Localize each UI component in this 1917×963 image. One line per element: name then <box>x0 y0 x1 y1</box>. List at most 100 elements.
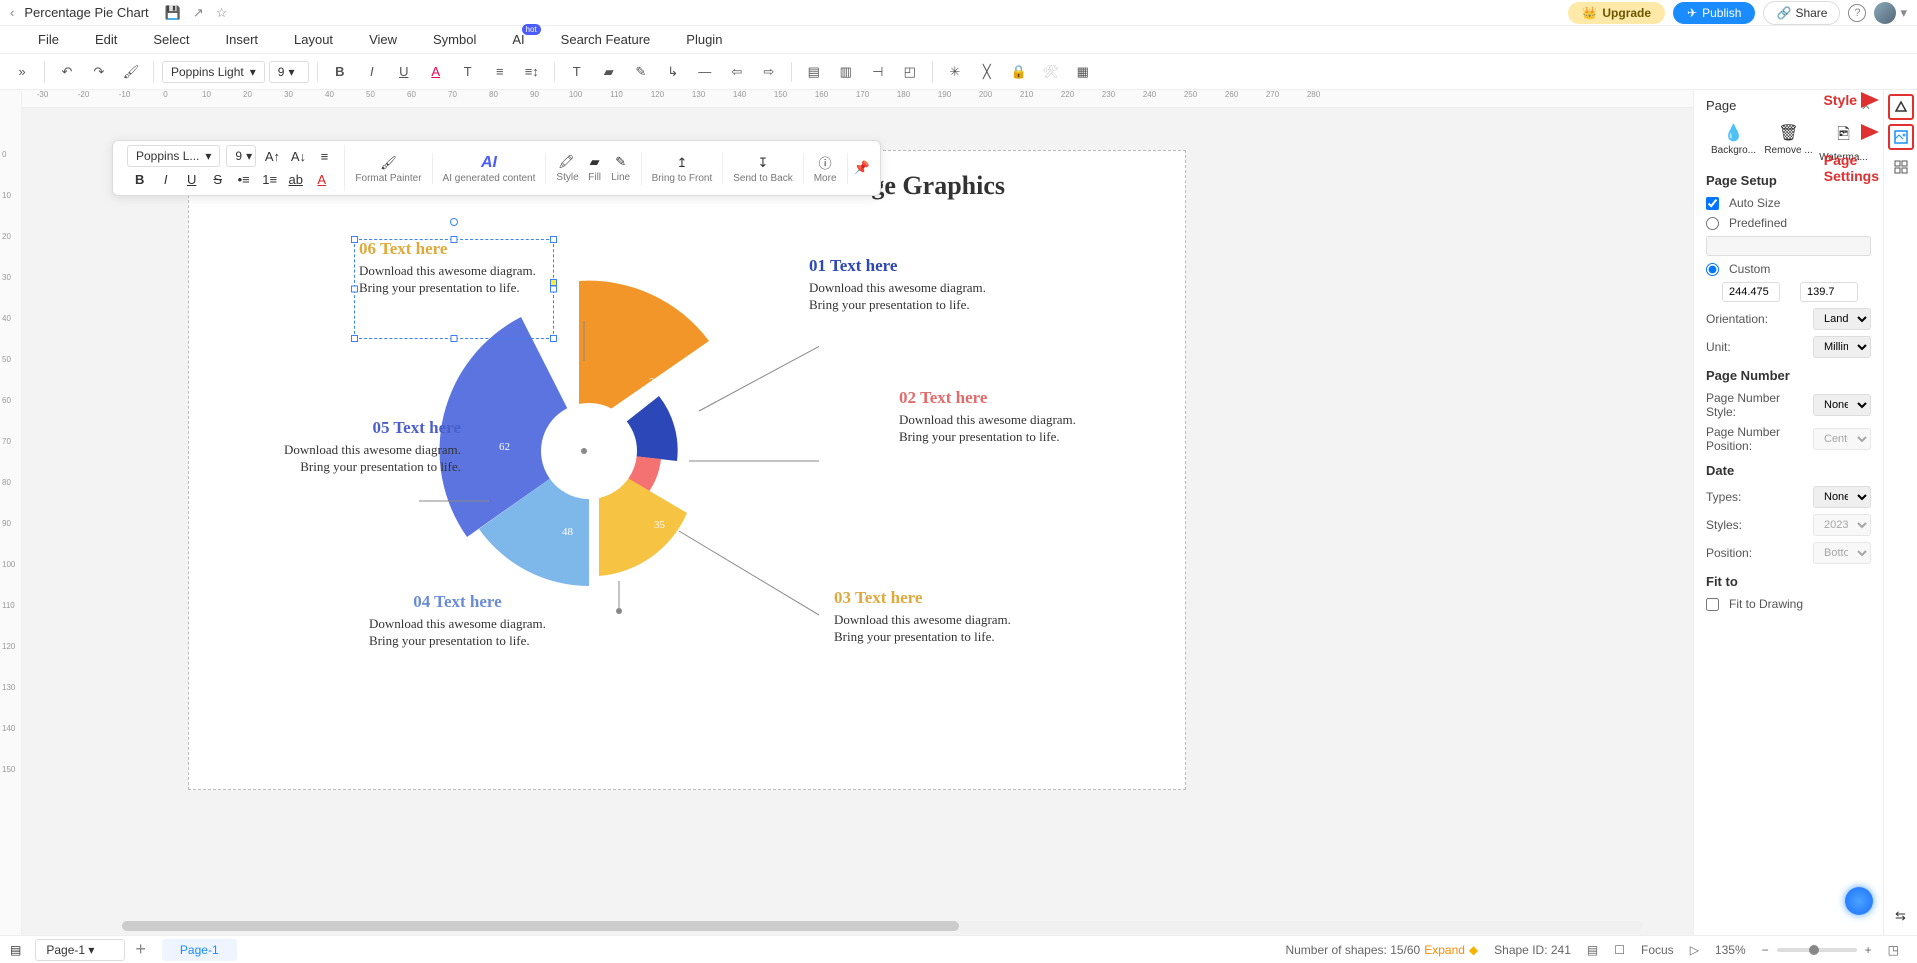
ctx-fontcolor-icon[interactable]: A <box>312 169 332 189</box>
publish-button[interactable]: ✈Publish <box>1673 2 1755 24</box>
ctx-align-icon[interactable]: ≡ <box>314 146 334 166</box>
label-1[interactable]: 01 Text here <box>809 256 986 276</box>
zoom-level[interactable]: 135% <box>1715 943 1746 957</box>
ctx-ai-icon[interactable]: AI <box>479 153 499 173</box>
fit-drawing-checkbox[interactable] <box>1706 598 1719 611</box>
desc-3a[interactable]: Download this awesome diagram. <box>834 612 1011 629</box>
menu-edit[interactable]: Edit <box>77 32 135 47</box>
resize-handle-e[interactable] <box>550 286 557 293</box>
resize-handle-sw[interactable] <box>351 335 358 342</box>
align-objects-icon[interactable]: ⊣ <box>864 58 892 86</box>
layers-icon[interactable]: ▤ <box>1587 943 1598 957</box>
pages-outline-icon[interactable]: ▤ <box>10 943 21 957</box>
ctx-more-icon[interactable]: ⓘ <box>815 153 835 173</box>
label-2[interactable]: 02 Text here <box>899 388 1076 408</box>
date-position-select[interactable]: Botto... <box>1813 542 1871 564</box>
star-icon[interactable]: ☆ <box>216 5 228 21</box>
add-page-button[interactable]: + <box>135 939 146 960</box>
align-icon[interactable]: ≡ <box>486 58 514 86</box>
desc-5b[interactable]: Bring your presentation to life. <box>284 459 461 476</box>
ctx-increase-font-icon[interactable]: A↑ <box>262 146 282 166</box>
lock-icon[interactable]: 🔒 <box>1005 58 1033 86</box>
underline-icon[interactable]: U <box>390 58 418 86</box>
arrow-start-icon[interactable]: ⇦ <box>723 58 751 86</box>
menu-symbol[interactable]: Symbol <box>415 32 494 47</box>
desc-3b[interactable]: Bring your presentation to life. <box>834 629 1011 646</box>
play-icon[interactable]: ▷ <box>1690 943 1699 957</box>
ctx-underline-icon[interactable]: U <box>182 169 202 189</box>
ctx-pin-icon[interactable]: 📌 <box>848 160 876 176</box>
help-icon[interactable]: ? <box>1848 4 1866 22</box>
label-4[interactable]: 04 Text here <box>369 592 546 612</box>
pn-style-select[interactable]: None <box>1813 394 1871 416</box>
date-type-select[interactable]: None <box>1813 486 1871 508</box>
panel-background-button[interactable]: 💧Backgro... <box>1706 123 1761 163</box>
crop-icon[interactable]: ◰ <box>896 58 924 86</box>
menu-file[interactable]: File <box>20 32 77 47</box>
resize-handle-s[interactable] <box>451 335 458 342</box>
unit-select[interactable]: Millim... <box>1813 336 1871 358</box>
menu-view[interactable]: View <box>351 32 415 47</box>
predefined-select[interactable] <box>1706 236 1871 256</box>
ctx-bold-icon[interactable]: B <box>130 169 150 189</box>
selection-box[interactable] <box>354 239 554 339</box>
resize-handle-se[interactable] <box>550 335 557 342</box>
undo-icon[interactable]: ↶ <box>53 58 81 86</box>
ctx-strike-icon[interactable]: S <box>208 169 228 189</box>
canvas[interactable]: ercentage Graphics <box>188 150 1186 790</box>
menu-search[interactable]: Search Feature <box>543 32 669 47</box>
rail-style-button[interactable] <box>1888 94 1914 120</box>
adjust-handle[interactable] <box>550 279 557 286</box>
rail-apps-button[interactable] <box>1888 154 1914 180</box>
label-3[interactable]: 03 Text here <box>834 588 1011 608</box>
menu-ai[interactable]: AIhot <box>494 32 542 47</box>
connector-icon[interactable]: ↳ <box>659 58 687 86</box>
desc-4a[interactable]: Download this awesome diagram. <box>369 616 546 633</box>
fullscreen-icon[interactable]: ☐ <box>1614 943 1625 957</box>
desc-4b[interactable]: Bring your presentation to life. <box>369 633 546 650</box>
open-external-icon[interactable]: ↗ <box>193 5 204 21</box>
format-painter-icon[interactable]: 🖌 <box>117 58 145 86</box>
font-dropdown[interactable]: Poppins Light▾ <box>162 61 265 83</box>
upgrade-button[interactable]: 👑Upgrade <box>1568 2 1665 24</box>
bold-icon[interactable]: B <box>326 58 354 86</box>
tools-icon[interactable]: 🛠 <box>1037 58 1065 86</box>
focus-button[interactable]: Focus <box>1641 943 1674 957</box>
avatar[interactable] <box>1874 2 1896 24</box>
menu-select[interactable]: Select <box>135 32 207 47</box>
font-size-dropdown[interactable]: 9▾ <box>269 61 309 83</box>
desc-5a[interactable]: Download this awesome diagram. <box>284 442 461 459</box>
send-back-icon[interactable]: ▥ <box>832 58 860 86</box>
rotate-handle[interactable] <box>450 218 458 226</box>
height-input[interactable] <box>1800 282 1858 302</box>
rail-page-settings-button[interactable] <box>1888 124 1914 150</box>
save-icon[interactable]: 💾 <box>165 5 181 21</box>
zoom-out-icon[interactable]: − <box>1762 943 1769 957</box>
page-selector[interactable]: Page-1 ▾ <box>35 939 125 961</box>
ctx-send-back-icon[interactable]: ↧ <box>753 153 773 173</box>
context-toolbar[interactable]: Poppins L...▾ 9▾ A↑ A↓ ≡ B I U S •≡ 1≡ a… <box>112 140 881 196</box>
ctx-font-dropdown[interactable]: Poppins L...▾ <box>127 145 220 167</box>
back-icon[interactable]: ‹ <box>10 5 14 20</box>
toggle-sidebar-icon[interactable]: » <box>8 58 36 86</box>
resize-handle-ne[interactable] <box>550 236 557 243</box>
menu-layout[interactable]: Layout <box>276 32 351 47</box>
layout-icon[interactable]: ▦ <box>1069 58 1097 86</box>
line-style-icon[interactable]: ✎ <box>627 58 655 86</box>
text-highlight-icon[interactable]: T <box>454 58 482 86</box>
horizontal-scrollbar[interactable] <box>122 921 1643 931</box>
redo-icon[interactable]: ↷ <box>85 58 113 86</box>
assistant-bubble-icon[interactable] <box>1845 887 1873 915</box>
arrow-end-icon[interactable]: ⇨ <box>755 58 783 86</box>
text-tool-icon[interactable]: T <box>563 58 591 86</box>
ctx-decrease-font-icon[interactable]: A↓ <box>288 146 308 166</box>
custom-radio[interactable] <box>1706 263 1719 276</box>
ctx-numlist-icon[interactable]: 1≡ <box>260 169 280 189</box>
eraser-icon[interactable]: ╳ <box>973 58 1001 86</box>
bring-front-icon[interactable]: ▤ <box>800 58 828 86</box>
ctx-italic-icon[interactable]: I <box>156 169 176 189</box>
rail-expand-icon[interactable]: ⇆ <box>1888 903 1914 929</box>
expand-link[interactable]: Expand <box>1424 943 1465 957</box>
fill-icon[interactable]: ▰ <box>595 58 623 86</box>
resize-handle-w[interactable] <box>351 286 358 293</box>
